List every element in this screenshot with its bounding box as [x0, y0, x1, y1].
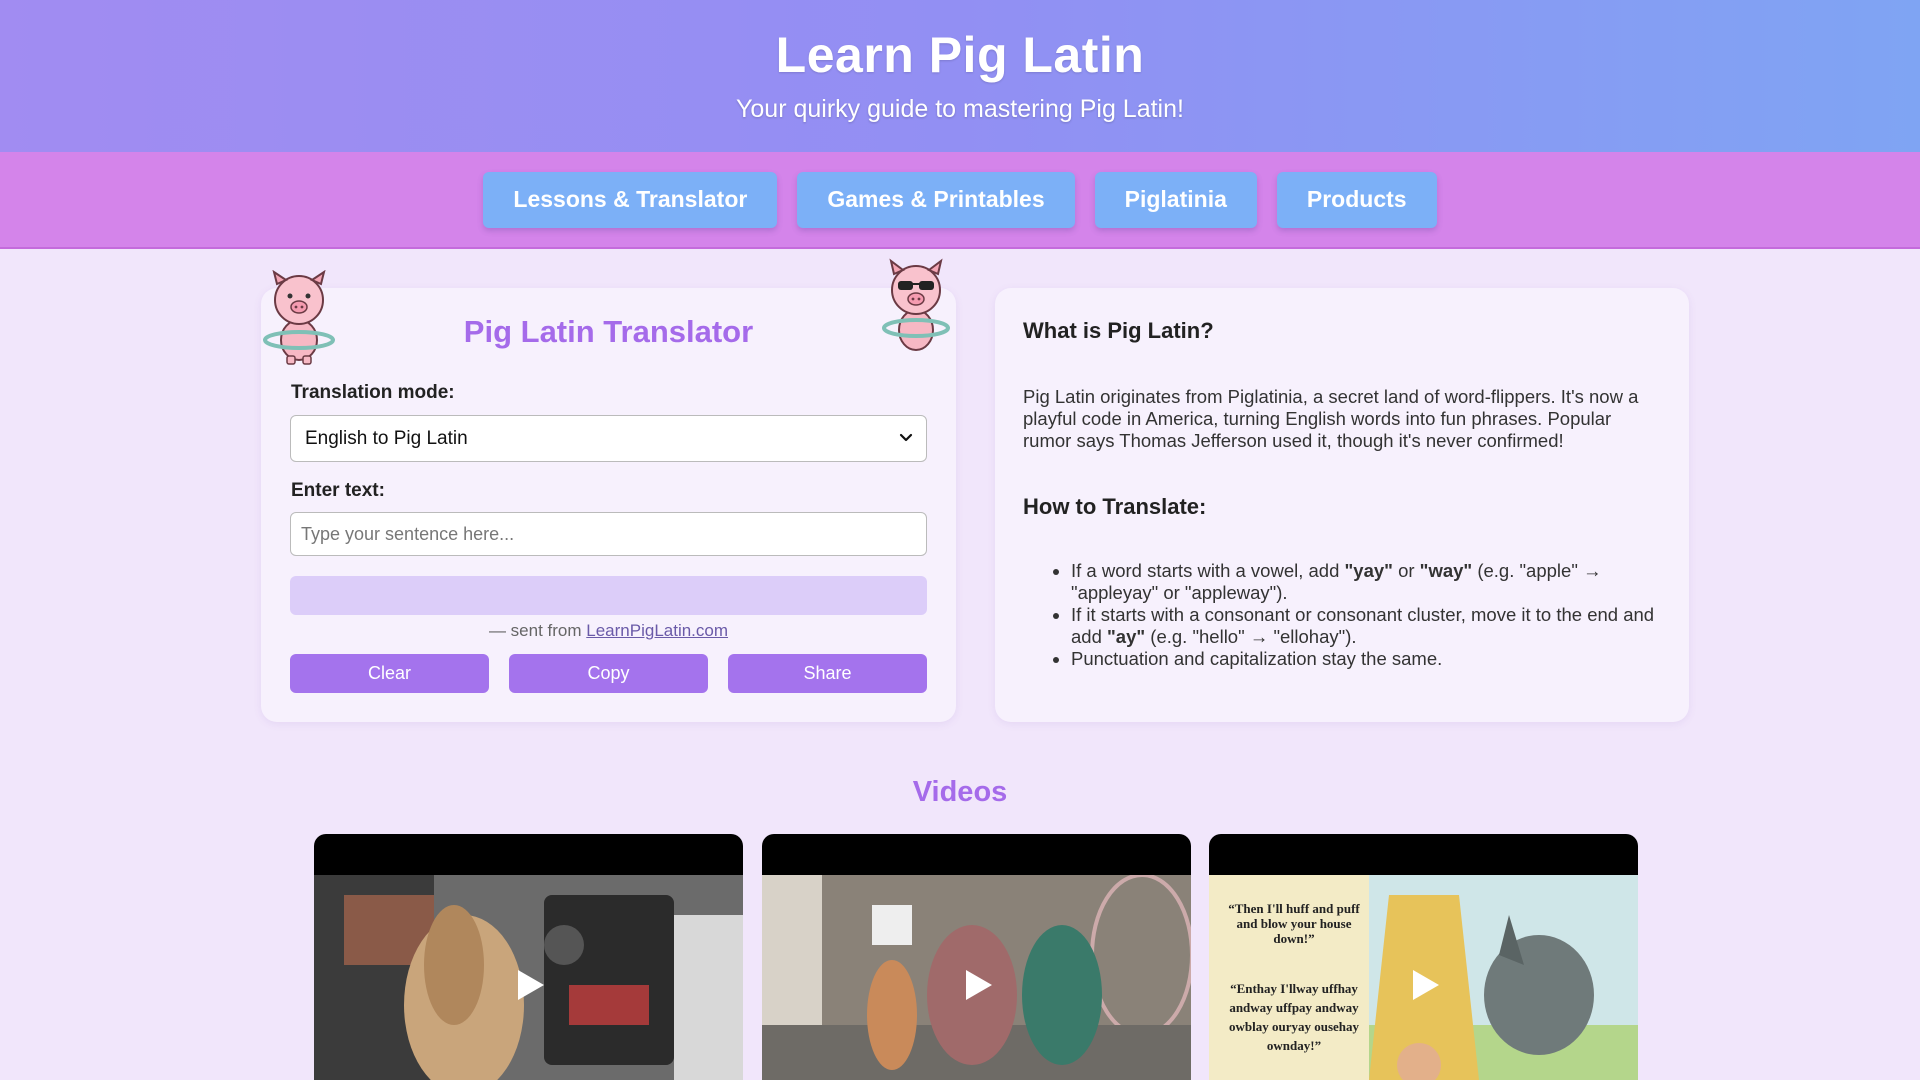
nav-games-printables[interactable]: Games & Printables — [797, 171, 1075, 228]
translator-title: Pig Latin Translator — [463, 314, 754, 349]
translation-output — [290, 576, 927, 615]
site-subtitle: Your quirky guide to mastering Pig Latin… — [736, 95, 1184, 123]
translation-mode-select[interactable]: English to Pig Latin — [290, 415, 927, 462]
list-item: Punctuation and capitalization stay the … — [1071, 648, 1663, 670]
nav-piglatinia[interactable]: Piglatinia — [1094, 171, 1257, 228]
sent-from-line: — sent from LearnPigLatin.com — [261, 621, 956, 641]
text-label: Enter text: — [291, 480, 385, 501]
video-card-1[interactable] — [314, 834, 743, 1080]
sent-from-prefix: — sent from — [488, 621, 587, 640]
list-item: If it starts with a consonant or consona… — [1071, 604, 1663, 648]
rules-list: If a word starts with a vowel, add "yay"… — [1043, 560, 1663, 670]
play-icon[interactable] — [508, 964, 550, 1006]
copy-button[interactable]: Copy — [509, 654, 708, 693]
nav-lessons-translator[interactable]: Lessons & Translator — [483, 171, 778, 228]
nav-products[interactable]: Products — [1276, 171, 1437, 228]
learnpiglatin-link[interactable]: LearnPigLatin.com — [586, 621, 728, 640]
videos-heading: Videos — [912, 776, 1008, 808]
what-is-heading: What is Pig Latin? — [1023, 318, 1214, 343]
translator-card: Pig Latin Translator Translation mode: E… — [261, 288, 956, 722]
story-quote-piglatin: “Enthay I'llway uffhay andway uffpay and… — [1228, 981, 1360, 1053]
mode-selected-value: English to Pig Latin — [305, 427, 468, 449]
video-card-2[interactable] — [762, 834, 1191, 1080]
site-header: Learn Pig Latin Your quirky guide to mas… — [0, 0, 1920, 152]
mode-label: Translation mode: — [291, 382, 455, 403]
video-card-3[interactable]: “Then I'll huff and puff and blow your h… — [1209, 834, 1638, 1080]
pig-sunglasses-icon — [882, 258, 950, 351]
story-quote-english: “Then I'll huff and puff and blow your h… — [1228, 901, 1360, 946]
chevron-down-icon — [899, 433, 913, 442]
text-input[interactable] — [290, 512, 927, 556]
share-button[interactable]: Share — [728, 654, 927, 693]
info-paragraph: Pig Latin originates from Piglatinia, a … — [1023, 386, 1639, 451]
clear-button[interactable]: Clear — [290, 654, 489, 693]
play-icon[interactable] — [956, 964, 998, 1006]
site-title: Learn Pig Latin — [775, 27, 1145, 83]
list-item: If a word starts with a vowel, add "yay"… — [1071, 560, 1663, 604]
how-to-heading: How to Translate: — [1023, 494, 1207, 519]
main-nav: Lessons & Translator Games & Printables … — [0, 152, 1920, 249]
pig-hula-hoop-icon — [263, 270, 335, 365]
info-card: What is Pig Latin? Pig Latin originates … — [995, 288, 1689, 722]
play-icon[interactable] — [1403, 964, 1445, 1006]
